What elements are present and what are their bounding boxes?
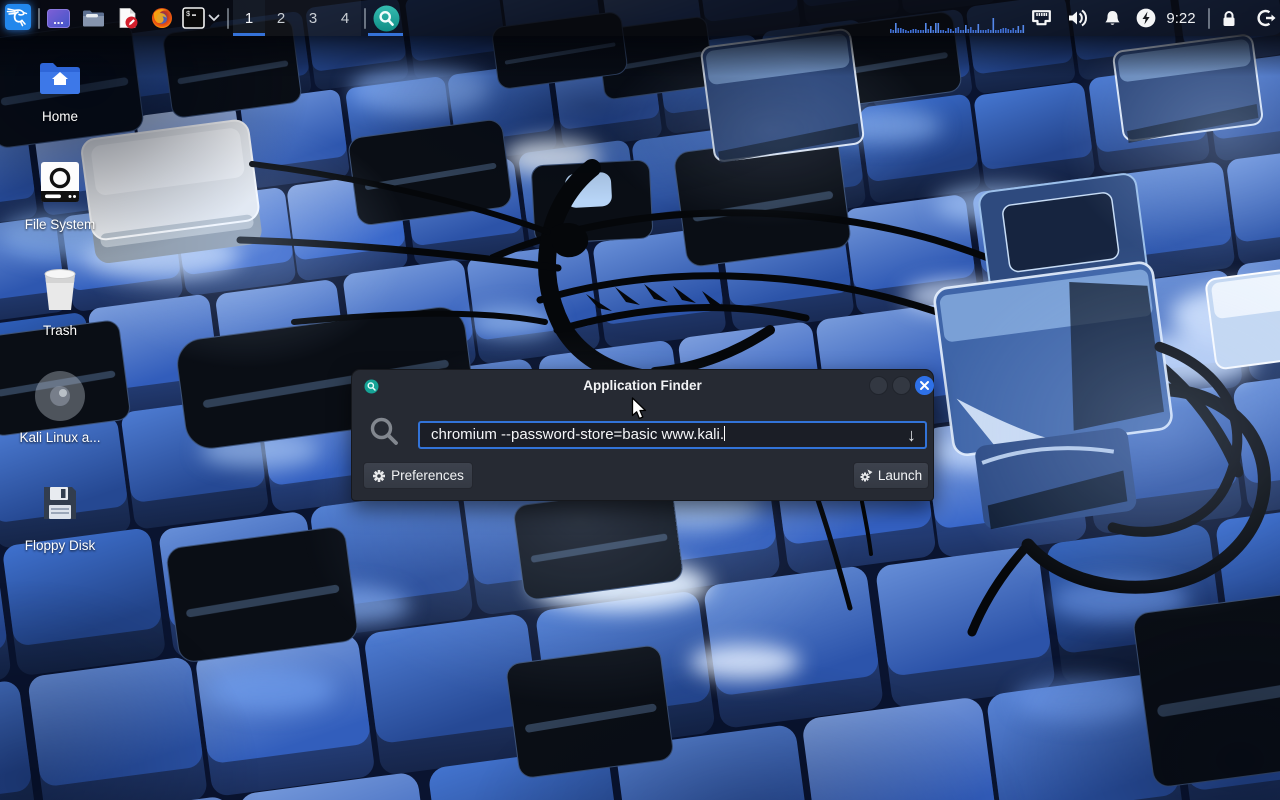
svg-text:$: $ [186,11,190,19]
